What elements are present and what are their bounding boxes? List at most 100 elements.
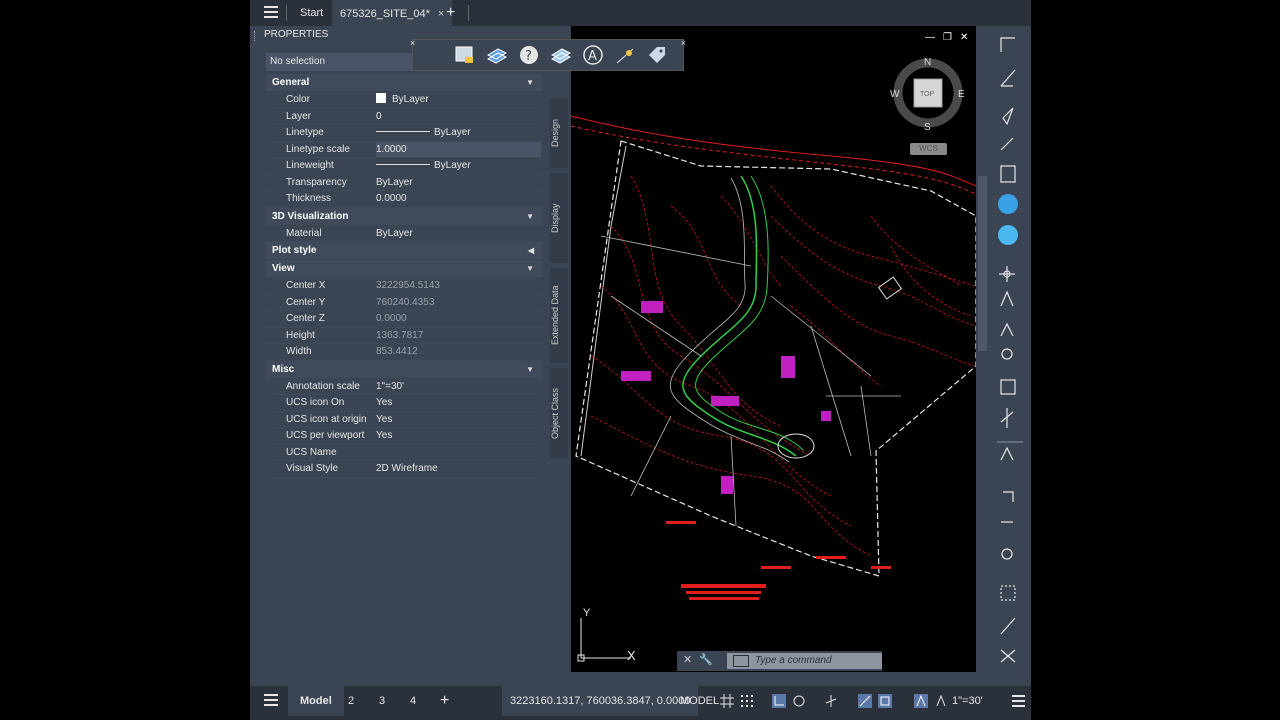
- tab-document[interactable]: 675326_SITE_04* ×: [332, 0, 453, 26]
- prop-row-width[interactable]: Width 853.4412: [266, 344, 542, 361]
- prop-row-ucs-name[interactable]: UCS Name: [266, 445, 542, 461]
- category-3d-visualization[interactable]: 3D Visualization ▼: [266, 207, 542, 225]
- chevron-down-icon[interactable]: ▼: [526, 74, 534, 91]
- annotation-visibility-icon[interactable]: [914, 694, 928, 708]
- category-general[interactable]: General ▼: [266, 74, 542, 91]
- tool-icon[interactable]: [1000, 37, 1015, 52]
- minimize-icon[interactable]: —: [925, 32, 935, 43]
- tab-design[interactable]: Design: [550, 98, 568, 168]
- selection-dropdown[interactable]: No selection: [266, 53, 416, 71]
- tag-icon[interactable]: [645, 43, 669, 67]
- tab-layout-3[interactable]: 3: [379, 686, 385, 716]
- layer-states-icon[interactable]: [549, 43, 573, 67]
- tool-icon[interactable]: [1000, 446, 1014, 461]
- object-snap-icon[interactable]: [878, 694, 892, 708]
- prop-row-linetype-scale[interactable]: Linetype scale 1.0000: [266, 141, 542, 158]
- prop-value[interactable]: 1.0000: [376, 141, 541, 157]
- viewcube[interactable]: TOP N S E W: [890, 55, 970, 135]
- tool-icon[interactable]: [1002, 107, 1014, 126]
- help-icon[interactable]: ?: [517, 43, 541, 67]
- prop-row-center-y[interactable]: Center Y 760240.4353: [266, 295, 542, 311]
- prop-value[interactable]: 0.0000: [376, 191, 541, 207]
- geolocation-icon[interactable]: [613, 43, 637, 67]
- snap-icon[interactable]: [740, 694, 754, 708]
- tool-icon[interactable]: [1000, 379, 1016, 395]
- category-plot-style[interactable]: Plot style ◀: [266, 242, 542, 259]
- object-snap-tracking-icon[interactable]: [858, 694, 872, 708]
- model-space-toggle[interactable]: MODEL: [680, 686, 719, 716]
- compass-e[interactable]: E: [958, 89, 965, 100]
- command-input[interactable]: Type a command: [727, 653, 882, 669]
- prop-value[interactable]: 0: [376, 109, 541, 125]
- prop-row-color[interactable]: Color ByLayer: [266, 92, 542, 109]
- tab-display[interactable]: Display: [550, 173, 568, 263]
- tool-icon[interactable]: [1000, 585, 1016, 601]
- tool-icon[interactable]: [1000, 408, 1014, 428]
- chevron-left-icon[interactable]: ◀: [528, 242, 534, 259]
- compass-s[interactable]: S: [924, 122, 931, 133]
- chevron-down-icon[interactable]: ▼: [526, 361, 534, 378]
- tool-icon[interactable]: [1000, 69, 1016, 87]
- palette-grip[interactable]: [254, 31, 257, 41]
- tool-icon[interactable]: [1000, 290, 1014, 307]
- add-layout-button[interactable]: +: [440, 686, 449, 716]
- menu-icon[interactable]: [264, 694, 278, 706]
- tool-icon[interactable]: [1003, 491, 1014, 502]
- customize-menu-icon[interactable]: [1012, 695, 1025, 707]
- tool-icon[interactable]: [1001, 548, 1013, 560]
- globe-icon[interactable]: [998, 194, 1018, 214]
- prop-value[interactable]: Yes: [376, 412, 541, 428]
- wcs-menu[interactable]: WCS: [910, 143, 947, 155]
- tab-layout-4[interactable]: 4: [410, 686, 416, 716]
- prop-row-layer[interactable]: Layer 0: [266, 109, 542, 125]
- compass-w[interactable]: W: [890, 89, 900, 100]
- tab-layout-2[interactable]: 2: [348, 686, 354, 716]
- tool-icon[interactable]: [1000, 165, 1016, 183]
- prop-row-center-z[interactable]: Center Z 0.0000: [266, 311, 542, 328]
- wrench-icon[interactable]: 🔧: [699, 653, 713, 666]
- floating-toolbar[interactable]: × × ? A: [410, 38, 686, 71]
- prop-row-linetype[interactable]: Linetype ByLayer: [266, 125, 542, 142]
- layers-icon[interactable]: [485, 43, 509, 67]
- prop-value[interactable]: ByLayer: [376, 92, 541, 108]
- command-history-icon[interactable]: [733, 655, 749, 667]
- prop-row-height[interactable]: Height 1363.7817: [266, 328, 542, 344]
- tab-extended-data[interactable]: Extended Data: [550, 268, 568, 363]
- prop-value[interactable]: Yes: [376, 395, 541, 411]
- close-icon[interactable]: ✕: [960, 32, 968, 43]
- viewcube-face[interactable]: TOP: [920, 91, 935, 98]
- prop-row-material[interactable]: Material ByLayer: [266, 226, 542, 242]
- properties-icon[interactable]: [453, 43, 477, 67]
- prop-value[interactable]: ByLayer: [376, 175, 541, 191]
- tool-icon[interactable]: [1001, 348, 1013, 360]
- prop-value[interactable]: ByLayer: [376, 226, 541, 242]
- prop-value[interactable]: ByLayer: [376, 125, 541, 141]
- prop-row-center-x[interactable]: Center X 3222954.5143: [266, 278, 542, 295]
- tab-start[interactable]: Start: [292, 0, 331, 26]
- tool-icon[interactable]: [1000, 617, 1016, 635]
- close-icon[interactable]: ✕: [683, 653, 692, 666]
- tool-icon[interactable]: [1000, 649, 1016, 663]
- prop-value[interactable]: 1"=30': [376, 379, 541, 395]
- chevron-down-icon[interactable]: ▼: [526, 260, 534, 277]
- prop-row-ucs-icon-origin[interactable]: UCS icon at origin Yes: [266, 412, 542, 428]
- prop-row-thickness[interactable]: Thickness 0.0000: [266, 191, 542, 208]
- ortho-icon[interactable]: [772, 694, 786, 708]
- restore-icon[interactable]: ❐: [943, 32, 952, 43]
- category-misc[interactable]: Misc ▼: [266, 360, 542, 378]
- isodraft-icon[interactable]: [824, 694, 838, 708]
- scrollbar-thumb[interactable]: [978, 176, 987, 351]
- prop-row-transparency[interactable]: Transparency ByLayer: [266, 175, 542, 191]
- prop-row-lineweight[interactable]: Lineweight ByLayer: [266, 158, 542, 175]
- close-icon[interactable]: ×: [410, 38, 415, 48]
- new-tab-button[interactable]: +: [438, 0, 463, 26]
- compass-n[interactable]: N: [924, 57, 931, 68]
- grid-icon[interactable]: [720, 694, 734, 708]
- close-icon[interactable]: ×: [681, 38, 686, 48]
- tool-icon[interactable]: [1000, 137, 1014, 151]
- globe-icon[interactable]: [998, 225, 1018, 245]
- coordinates-readout[interactable]: 3223160.1317, 760036.3847, 0.0000: [502, 686, 699, 716]
- prop-row-visual-style[interactable]: Visual Style 2D Wireframe: [266, 461, 542, 478]
- tab-model[interactable]: Model: [288, 686, 344, 716]
- prop-row-ucs-icon-on[interactable]: UCS icon On Yes: [266, 395, 542, 412]
